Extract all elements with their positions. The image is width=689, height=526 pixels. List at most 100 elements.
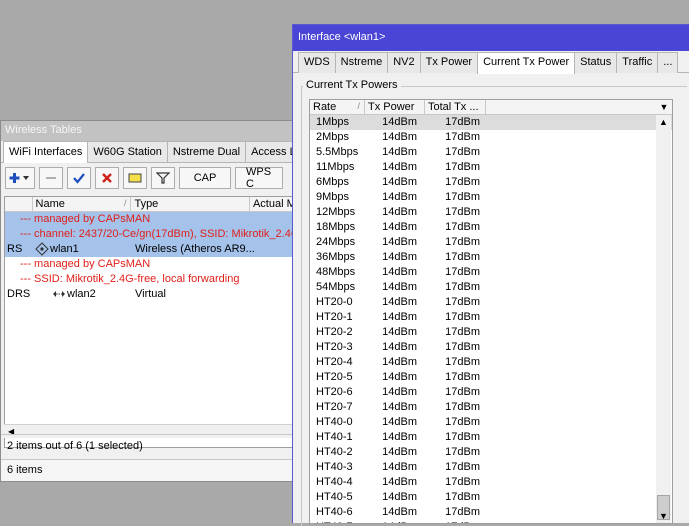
row-type: Virtual xyxy=(135,288,166,300)
tab-tx-power[interactable]: Tx Power xyxy=(419,52,479,73)
enable-button[interactable] xyxy=(67,167,91,189)
tab-wds[interactable]: WDS xyxy=(298,52,336,73)
total-tx-power-cell: 17dBm xyxy=(445,236,480,248)
total-tx-power-cell: 17dBm xyxy=(445,206,480,218)
table-row[interactable]: HT40-4 14dBm 17dBm xyxy=(310,475,672,490)
remove-button[interactable] xyxy=(39,167,63,189)
tab-more[interactable]: ... xyxy=(657,52,679,73)
table-row[interactable]: 36Mbps 14dBm 17dBm xyxy=(310,250,672,265)
tab-nstreme-dual[interactable]: Nstreme Dual xyxy=(166,141,247,162)
column-name[interactable]: Name / xyxy=(33,197,132,211)
table-row[interactable]: HT20-6 14dBm 17dBm xyxy=(310,385,672,400)
total-tx-power-cell: 17dBm xyxy=(445,506,480,518)
scroll-down-arrow-icon[interactable]: ▼ xyxy=(656,509,671,523)
rate-cell: HT20-7 xyxy=(316,401,353,413)
table-row[interactable]: HT20-7 14dBm 17dBm xyxy=(310,400,672,415)
table-row[interactable]: 18Mbps 14dBm 17dBm xyxy=(310,220,672,235)
table-row[interactable]: HT40-1 14dBm 17dBm xyxy=(310,430,672,445)
filter-button[interactable] xyxy=(151,167,175,189)
column-total-tx-power[interactable]: Total Tx ... xyxy=(425,100,486,114)
column-rate[interactable]: Rate / xyxy=(310,100,365,114)
table-row[interactable]: HT20-5 14dBm 17dBm xyxy=(310,370,672,385)
table-row[interactable]: 9Mbps 14dBm 17dBm xyxy=(310,190,672,205)
table-row[interactable]: 6Mbps 14dBm 17dBm xyxy=(310,175,672,190)
table-row[interactable]: HT40-0 14dBm 17dBm xyxy=(310,415,672,430)
total-tx-power-cell: 17dBm xyxy=(445,491,480,503)
rate-cell: HT40-0 xyxy=(316,416,353,428)
tab-current-tx-power[interactable]: Current Tx Power xyxy=(477,52,576,74)
add-button[interactable] xyxy=(5,167,35,189)
comment-note-icon xyxy=(128,173,142,183)
column-type[interactable]: Type xyxy=(131,197,250,211)
total-tx-power-cell: 17dBm xyxy=(445,161,480,173)
total-tx-power-cell: 17dBm xyxy=(445,296,480,308)
total-tx-power-cell: 17dBm xyxy=(445,311,480,323)
disable-button[interactable] xyxy=(95,167,119,189)
table-row[interactable]: HT40-3 14dBm 17dBm xyxy=(310,460,672,475)
virtual-interface-icon xyxy=(52,287,66,302)
table-row[interactable]: HT40-714dBm17dBm xyxy=(310,520,672,523)
table-row[interactable]: --- managed by CAPsMAN xyxy=(5,212,299,227)
tx-power-cell: 14dBm xyxy=(365,520,425,523)
interface-window-title[interactable]: Interface <wlan1> xyxy=(293,25,689,51)
comment-text: --- managed by CAPsMAN xyxy=(20,258,151,270)
table-header: Rate / Tx Power Total Tx ... ▼ xyxy=(310,100,672,115)
total-tx-power-cell: 17dBm xyxy=(445,461,480,473)
rate-cell: HT40-3 xyxy=(316,461,353,473)
table-row[interactable]: --- managed by CAPsMAN xyxy=(5,257,299,272)
comment-text: --- managed by CAPsMAN xyxy=(20,213,151,225)
table-row[interactable]: --- SSID: Mikrotik_2.4G-free, local forw… xyxy=(5,272,299,287)
table-row[interactable]: 1Mbps 14dBm 17dBm xyxy=(310,115,672,130)
comment-text: --- SSID: Mikrotik_2.4G-free, local forw… xyxy=(20,273,240,285)
tab-traffic[interactable]: Traffic xyxy=(616,52,659,73)
comment-button[interactable] xyxy=(123,167,147,189)
row-flags: RS xyxy=(7,243,23,255)
tx-power-cell: 14dBm xyxy=(382,206,417,218)
scroll-up-arrow-icon[interactable]: ▲ xyxy=(656,115,671,129)
table-row[interactable]: HT20-2 14dBm 17dBm xyxy=(310,325,672,340)
total-tx-power-cell: 17dBm xyxy=(445,371,480,383)
wps-client-button[interactable]: WPS C xyxy=(235,166,283,190)
table-row[interactable]: HT40-6 14dBm 17dBm xyxy=(310,505,672,520)
total-tx-power-cell: 17dBm xyxy=(425,520,483,523)
tab-nstreme[interactable]: Nstreme xyxy=(334,52,389,73)
interface-window: Interface <wlan1> WDS Nstreme NV2 Tx Pow… xyxy=(292,24,689,526)
table-row[interactable]: HT40-2 14dBm 17dBm xyxy=(310,445,672,460)
table-row[interactable]: 2Mbps 14dBm 17dBm xyxy=(310,130,672,145)
table-row[interactable]: HT40-5 14dBm 17dBm xyxy=(310,490,672,505)
column-flags[interactable] xyxy=(5,197,33,211)
table-row[interactable]: --- channel: 2437/20-Ce/gn(17dBm), SSID:… xyxy=(5,227,299,242)
table-row[interactable]: 11Mbps 14dBm 17dBm xyxy=(310,160,672,175)
tab-w60g-station[interactable]: W60G Station xyxy=(87,141,168,162)
table-row[interactable]: HT20-4 14dBm 17dBm xyxy=(310,355,672,370)
tx-power-cell: 14dBm xyxy=(382,266,417,278)
total-tx-power-cell: 17dBm xyxy=(445,176,480,188)
table-row[interactable]: HT20-0 14dBm 17dBm xyxy=(310,295,672,310)
tab-nv2[interactable]: NV2 xyxy=(387,52,421,73)
rate-cell: 24Mbps xyxy=(316,236,356,248)
table-row[interactable]: HT20-1 14dBm 17dBm xyxy=(310,310,672,325)
table-row[interactable]: 54Mbps 14dBm 17dBm xyxy=(310,280,672,295)
wireless-tables-title[interactable]: Wireless Tables xyxy=(1,121,299,141)
status-bar-items: 2 items out of 6 (1 selected) xyxy=(1,434,299,458)
sort-icon: / xyxy=(123,198,127,208)
table-row[interactable]: HT20-3 14dBm 17dBm xyxy=(310,340,672,355)
tab-status[interactable]: Status xyxy=(574,52,618,73)
table-row[interactable]: 24Mbps 14dBm 17dBm xyxy=(310,235,672,250)
tx-power-cell: 14dBm xyxy=(382,506,417,518)
table-row[interactable]: RS wlan1 Wireless (Atheros AR9... xyxy=(5,242,299,257)
total-tx-power-cell: 17dBm xyxy=(445,431,480,443)
table-row[interactable]: 12Mbps 14dBm 17dBm xyxy=(310,205,672,220)
cap-button[interactable]: CAP xyxy=(179,167,231,189)
vertical-scrollbar[interactable]: ▲ ▼ xyxy=(656,115,671,523)
table-row[interactable]: 48Mbps 14dBm 17dBm xyxy=(310,265,672,280)
table-row[interactable]: 5.5Mbps 14dBm 17dBm xyxy=(310,145,672,160)
tab-wifi-interfaces[interactable]: WiFi Interfaces xyxy=(3,141,89,163)
tx-power-rows: 1Mbps 14dBm 17dBm 2Mbps 14dBm 17dBm 5.5Mbps 14d… xyxy=(310,115,672,523)
column-tx-power[interactable]: Tx Power xyxy=(365,100,425,114)
table-row[interactable]: DRS wlan2 Virtual xyxy=(5,287,299,302)
minus-icon xyxy=(46,177,56,179)
total-tx-power-cell: 17dBm xyxy=(445,281,480,293)
column-menu-dropdown-icon[interactable]: ▼ xyxy=(656,100,672,114)
tx-power-cell: 14dBm xyxy=(382,251,417,263)
